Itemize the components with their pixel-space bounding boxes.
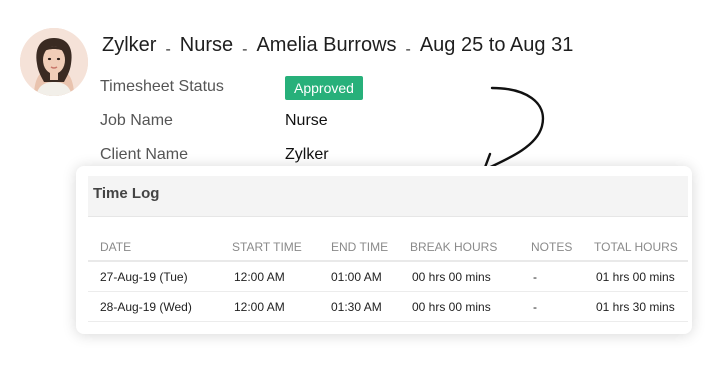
client-name-value: Zylker [285,146,329,163]
headline-period: Aug 25 to Aug 31 [419,34,574,56]
cell-date: 28-Aug-19 (Wed) [88,291,232,322]
cell-break-hours: 00 hrs 00 mins [410,261,531,292]
column-header-break-hours: BREAK HOURS [410,234,531,262]
column-header-total-hours: TOTAL HOURS [594,234,688,262]
cell-break-hours: 00 hrs 00 mins [410,291,531,322]
column-header-notes: NOTES [531,234,594,262]
cell-start-time: 12:00 AM [232,291,331,322]
job-name-value: Nurse [285,112,328,129]
avatar-portrait-icon [20,28,88,96]
headline-separator: - [405,41,411,58]
timesheet-headline: Zylker - Nurse - Amelia Burrows - Aug 25 to Au… [102,34,574,58]
status-badge: Approved [285,76,363,100]
column-header-end-time: END TIME [331,234,410,262]
headline-separator: - [165,41,171,58]
table-header-row: DATE START TIME END TIME BREAK HOURS NOT… [88,234,688,262]
headline-separator: - [242,41,248,58]
curved-arrow-icon [482,86,545,178]
headline-job: Nurse [179,34,234,56]
cell-end-time: 01:30 AM [331,291,410,322]
cell-total-hours: 01 hrs 00 mins [594,261,688,292]
cell-end-time: 01:00 AM [331,261,410,292]
headline-employee: Amelia Burrows [256,34,397,56]
time-log-header: Time Log [88,176,688,217]
time-log-table: DATE START TIME END TIME BREAK HOURS NOT… [88,234,688,322]
client-name-label: Client Name [100,146,189,163]
time-log-title: Time Log [93,185,160,202]
column-header-date: DATE [88,234,232,262]
job-name-label: Job Name [100,112,173,129]
employee-avatar [20,28,88,96]
headline-client: Zylker [102,34,157,56]
cell-notes: - [531,291,594,322]
table-row: 27-Aug-19 (Tue) 12:00 AM 01:00 AM 00 hrs… [88,261,688,292]
timesheet-status-label: Timesheet Status [100,78,224,95]
cell-start-time: 12:00 AM [232,261,331,292]
cell-total-hours: 01 hrs 30 mins [594,291,688,322]
table-row: 28-Aug-19 (Wed) 12:00 AM 01:30 AM 00 hrs… [88,291,688,322]
time-log-card: Time Log DATE START TIME END TIME BREAK … [76,166,692,334]
cell-date: 27-Aug-19 (Tue) [88,261,232,292]
cell-notes: - [531,261,594,292]
column-header-start-time: START TIME [232,234,331,262]
timesheet-view: Zylker - Nurse - Amelia Burrows - Aug 25 to Au… [0,0,722,365]
